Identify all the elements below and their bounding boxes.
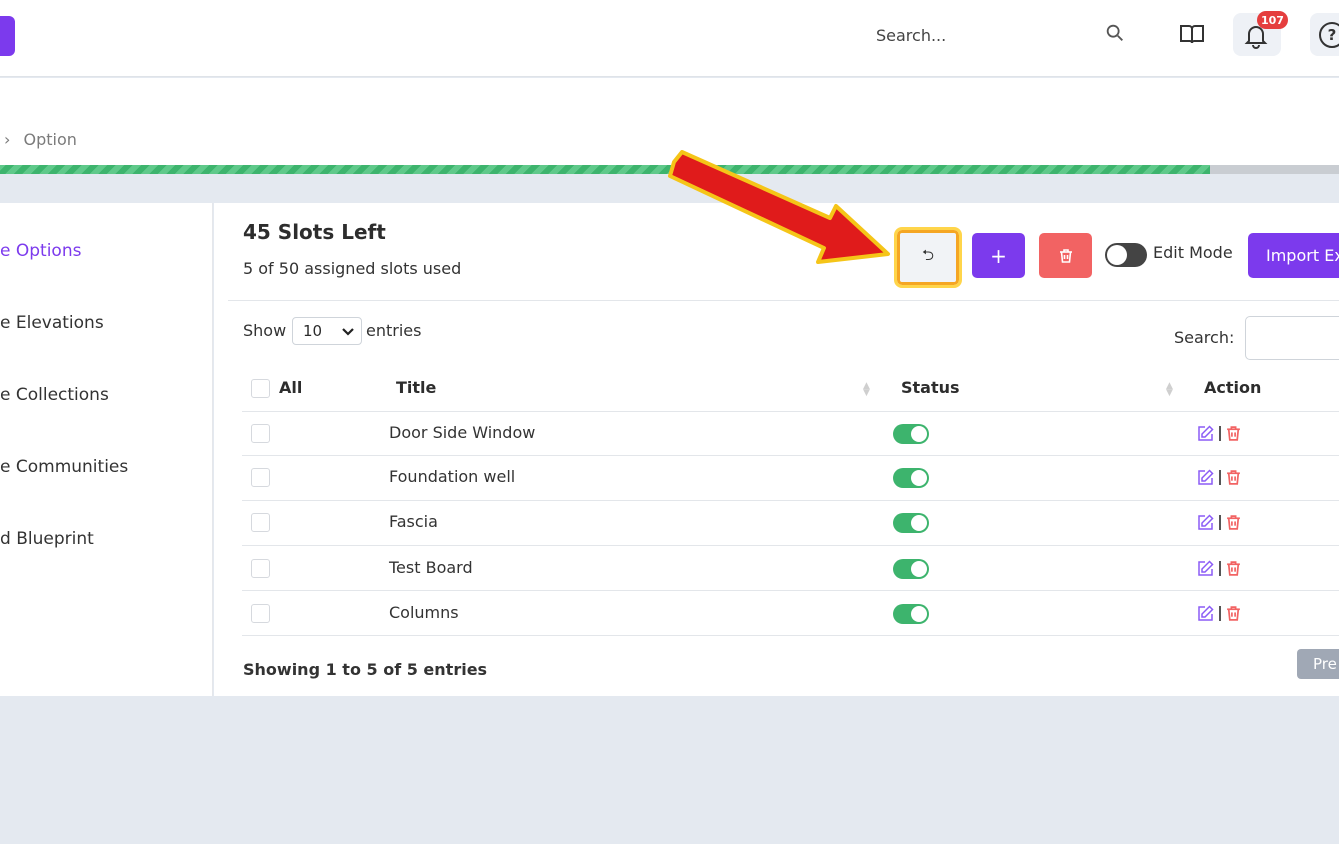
- status-toggle[interactable]: [893, 604, 929, 624]
- import-button[interactable]: Import Ex: [1248, 233, 1339, 278]
- add-button[interactable]: +: [972, 233, 1025, 278]
- delete-icon[interactable]: [1226, 605, 1241, 622]
- top-bar: Search... 107 ?: [0, 0, 1339, 77]
- global-search-input[interactable]: Search...: [876, 22, 1106, 48]
- row-divider: [242, 411, 1339, 412]
- table-search-label: Search:: [1174, 328, 1235, 347]
- row-checkbox[interactable]: [251, 559, 270, 578]
- chevron-down-icon: [342, 328, 354, 336]
- status-toggle[interactable]: [893, 513, 929, 533]
- page-size-value: 10: [303, 322, 323, 340]
- edit-icon[interactable]: [1197, 424, 1214, 442]
- divider: [228, 300, 1339, 301]
- row-title: Columns: [389, 603, 459, 622]
- bulk-delete-button[interactable]: [1039, 233, 1092, 278]
- status-toggle[interactable]: [893, 468, 929, 488]
- sidebar: e Options e Elevations e Collections e C…: [0, 203, 213, 696]
- row-actions: [1197, 603, 1257, 623]
- slots-used-text: 5 of 50 assigned slots used: [243, 259, 462, 278]
- help-icon: ?: [1319, 22, 1339, 48]
- breadcrumb: › Option: [4, 130, 77, 149]
- search-icon[interactable]: [1104, 22, 1126, 44]
- sidebar-item-elevations[interactable]: e Elevations: [0, 313, 104, 333]
- row-actions: [1197, 423, 1257, 443]
- previous-page-button[interactable]: Pre: [1297, 649, 1339, 679]
- delete-icon[interactable]: [1226, 425, 1241, 442]
- action-separator: [1219, 560, 1221, 576]
- row-divider: [242, 455, 1339, 456]
- action-separator: [1219, 425, 1221, 441]
- sidebar-toggle-button[interactable]: [0, 16, 15, 56]
- slots-left-title: 45 Slots Left: [243, 220, 386, 244]
- show-label: Show: [243, 321, 287, 340]
- row-divider: [242, 635, 1339, 636]
- breadcrumb-separator: ›: [4, 130, 11, 149]
- status-toggle[interactable]: [893, 424, 929, 444]
- main-panel: 45 Slots Left 5 of 50 assigned slots use…: [214, 203, 1339, 696]
- status-toggle[interactable]: [893, 559, 929, 579]
- toggle-knob: [911, 426, 927, 442]
- trash-icon: [1059, 248, 1072, 263]
- delete-icon[interactable]: [1226, 469, 1241, 486]
- book-icon[interactable]: [1178, 20, 1206, 48]
- row-actions: [1197, 558, 1257, 578]
- row-divider: [242, 545, 1339, 546]
- sort-icon[interactable]: ▲ ▼: [1166, 382, 1174, 398]
- delete-icon[interactable]: [1226, 514, 1241, 531]
- delete-icon[interactable]: [1226, 560, 1241, 577]
- sidebar-item-blueprint[interactable]: d Blueprint: [0, 529, 94, 549]
- toggle-knob: [911, 561, 927, 577]
- edit-icon[interactable]: [1197, 604, 1214, 622]
- row-divider: [242, 590, 1339, 591]
- row-divider: [242, 500, 1339, 501]
- page-size-select[interactable]: 10: [292, 317, 362, 345]
- table-search-input[interactable]: [1245, 316, 1339, 360]
- row-title: Foundation well: [389, 467, 516, 486]
- toggle-knob: [911, 470, 927, 486]
- row-checkbox[interactable]: [251, 513, 270, 532]
- row-actions: [1197, 467, 1257, 487]
- showing-entries-text: Showing 1 to 5 of 5 entries: [243, 660, 488, 679]
- row-checkbox[interactable]: [251, 424, 270, 443]
- edit-mode-toggle[interactable]: [1105, 243, 1147, 267]
- edit-mode-label: Edit Mode: [1153, 243, 1233, 262]
- sidebar-item-communities[interactable]: e Communities: [0, 457, 128, 477]
- header-action: Action: [1204, 378, 1262, 397]
- notification-badge: 107: [1257, 11, 1288, 29]
- help-button[interactable]: ?: [1310, 13, 1339, 56]
- toggle-knob: [911, 515, 927, 531]
- row-actions: [1197, 512, 1257, 532]
- progress-bar: [0, 165, 1339, 174]
- notifications-button[interactable]: 107: [1233, 11, 1288, 56]
- breadcrumb-current: Option: [23, 130, 77, 149]
- sidebar-item-options[interactable]: e Options: [0, 241, 81, 261]
- breadcrumb-area: › Option: [0, 78, 1339, 165]
- progress-fill: [0, 165, 1211, 174]
- sidebar-item-collections[interactable]: e Collections: [0, 385, 109, 405]
- action-separator: [1219, 469, 1221, 485]
- toggle-knob: [911, 606, 927, 622]
- row-title: Test Board: [389, 558, 473, 577]
- row-checkbox[interactable]: [251, 468, 270, 487]
- action-separator: [1219, 514, 1221, 530]
- sort-icon[interactable]: ▲ ▼: [863, 382, 871, 398]
- action-separator: [1219, 605, 1221, 621]
- edit-icon[interactable]: [1197, 513, 1214, 531]
- toggle-knob: [1107, 245, 1127, 265]
- row-title: Fascia: [389, 512, 438, 531]
- header-status[interactable]: Status: [901, 378, 960, 397]
- row-checkbox[interactable]: [251, 604, 270, 623]
- edit-icon[interactable]: [1197, 468, 1214, 486]
- undo-button[interactable]: ⮌: [894, 227, 962, 288]
- header-all: All: [279, 378, 303, 397]
- row-title: Door Side Window: [389, 423, 536, 442]
- plus-icon: +: [990, 243, 1007, 268]
- undo-icon: ⮌: [921, 246, 934, 264]
- select-all-checkbox[interactable]: [251, 379, 270, 398]
- header-title[interactable]: Title: [396, 378, 436, 397]
- entries-label: entries: [366, 321, 422, 340]
- edit-icon[interactable]: [1197, 559, 1214, 577]
